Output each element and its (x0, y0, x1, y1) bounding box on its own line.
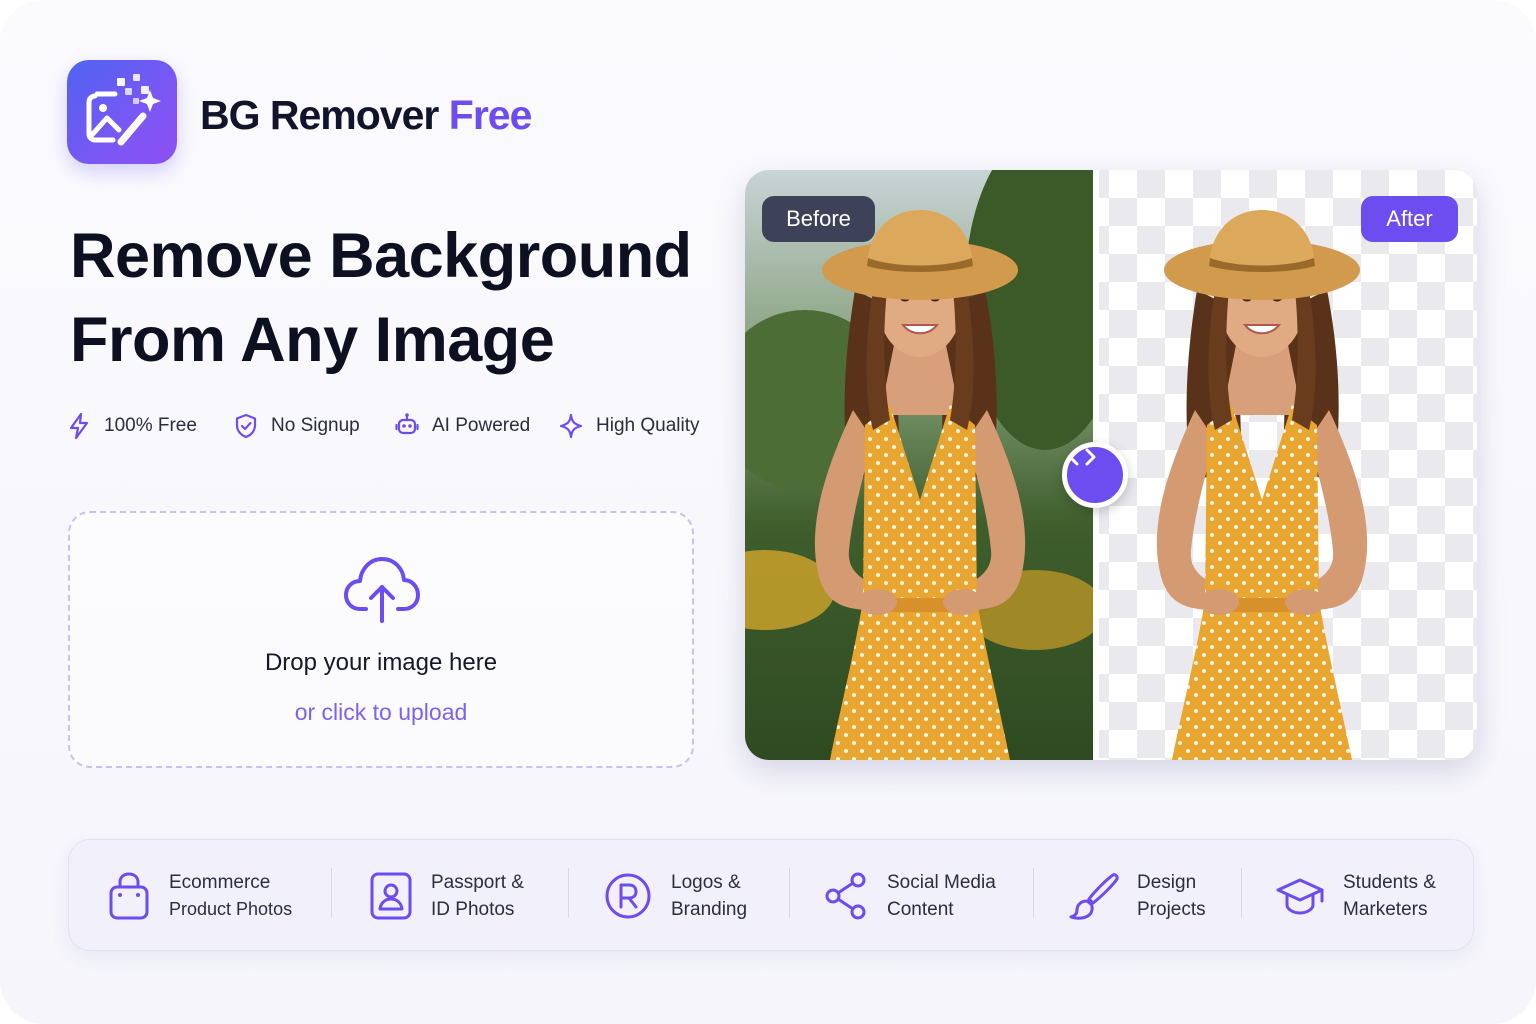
code-arrows-icon (1068, 448, 1096, 466)
shield-check-icon (235, 413, 257, 439)
headline-line-1: Remove Background (70, 221, 692, 291)
hero-headline: Remove Background From Any Image (70, 214, 730, 382)
use-case-line1: Passport & (431, 872, 524, 893)
robot-icon (395, 413, 419, 435)
after-tag: After (1361, 196, 1458, 242)
divider (1241, 868, 1242, 918)
feature-label: No Signup (271, 415, 360, 436)
app-frame: BG Remover Free Remove Background From A… (0, 0, 1536, 1024)
feature-no-signup: No Signup (233, 406, 360, 446)
feature-quality: High Quality (558, 406, 700, 446)
before-tag: Before (762, 196, 875, 242)
brand-title: BG Remover Free (200, 92, 533, 139)
upload-dropzone[interactable]: Drop your image here or click to upload (68, 511, 694, 768)
use-case-line2: ID Photos (431, 899, 515, 920)
shopping-bag-icon (109, 872, 149, 920)
brush-icon (1069, 873, 1119, 920)
divider (568, 868, 569, 918)
feature-label: High Quality (596, 415, 700, 436)
use-case-line1: Students & (1343, 872, 1436, 893)
feature-ai: AI Powered (394, 406, 530, 446)
slider-handle[interactable] (1062, 442, 1128, 508)
use-case-line1: Ecommerce (169, 872, 271, 893)
sparkle-icon (559, 413, 583, 439)
use-case-line2: Content (887, 899, 954, 920)
brand-name: BG Remover (200, 92, 439, 138)
use-case-design: Design Projects (1067, 840, 1206, 952)
magic-image-icon (67, 60, 177, 164)
divider (331, 868, 332, 918)
use-cases-bar: Ecommerce Product Photos Passport & ID P… (68, 839, 1474, 951)
id-card-icon (370, 872, 412, 920)
use-case-line2: Branding (671, 899, 748, 920)
use-case-line1: Social Media (887, 872, 996, 893)
cloud-upload-icon (344, 557, 420, 623)
use-case-ecommerce: Ecommerce Product Photos (107, 840, 292, 952)
divider (1033, 868, 1034, 918)
use-case-line1: Design (1137, 872, 1197, 893)
use-case-line2: Projects (1137, 899, 1206, 920)
feature-label: AI Powered (432, 415, 531, 436)
share-icon (825, 872, 866, 920)
use-case-line2: Product Photos (169, 899, 293, 919)
upload-link[interactable]: or click to upload (70, 699, 692, 726)
use-case-passport: Passport & ID Photos (369, 840, 524, 952)
feature-label: 100% Free (104, 415, 197, 436)
use-case-social: Social Media Content (823, 840, 996, 952)
registered-icon (605, 873, 651, 919)
headline-line-2: From Any Image (70, 305, 555, 375)
upload-title: Drop your image here (264, 649, 498, 676)
lightning-icon (69, 412, 89, 440)
use-case-students: Students & Marketers (1275, 840, 1436, 952)
before-after-compare[interactable]: Before After (745, 170, 1477, 760)
use-case-logos: Logos & Branding (603, 840, 747, 952)
graduation-cap-icon (1276, 878, 1324, 915)
use-case-line1: Logos & (671, 872, 741, 893)
feature-free: 100% Free (66, 406, 197, 446)
divider (789, 868, 790, 918)
use-case-line2: Marketers (1343, 899, 1428, 920)
brand-free: Free (448, 92, 533, 138)
